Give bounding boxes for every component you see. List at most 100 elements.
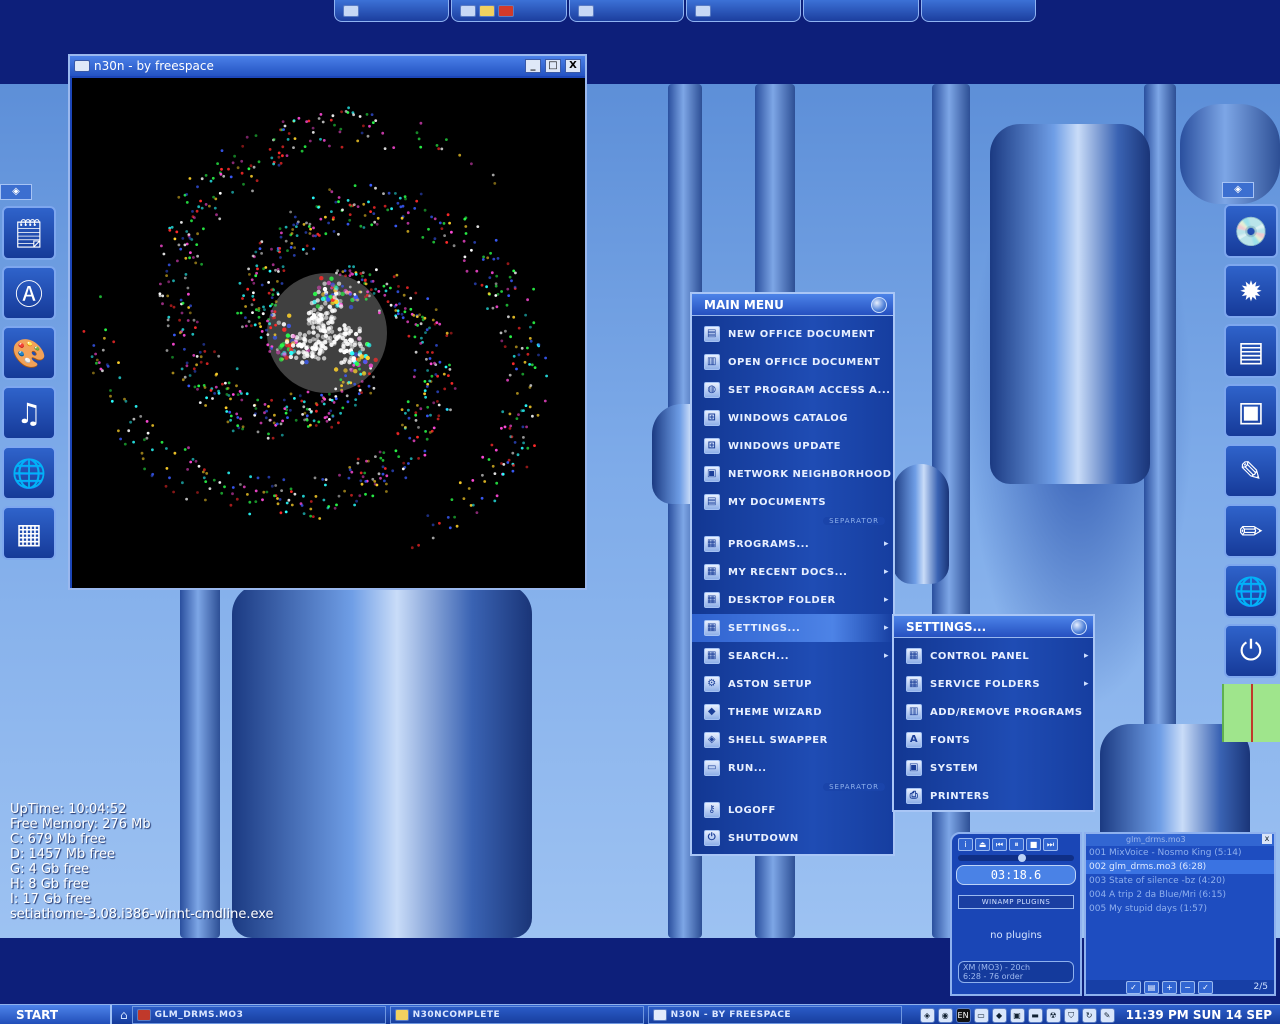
paint-icon[interactable]: 🎨 <box>2 326 56 380</box>
pen-icon[interactable]: ✎ <box>1099 1007 1115 1023</box>
taskbar-task-n30n[interactable]: N30N - BY FREESPACE <box>647 1005 902 1024</box>
blocks-icon[interactable]: ▦ <box>2 506 56 560</box>
next-icon[interactable]: ⏭ <box>1043 838 1058 851</box>
globe-icon[interactable]: 🌐 <box>1224 564 1278 618</box>
galaxy-particle <box>374 186 377 190</box>
maximize-button[interactable]: □ <box>545 59 561 73</box>
playlist-item[interactable]: 005 My stupid days (1:57) <box>1086 902 1274 916</box>
menu-item-shell-swapper[interactable]: ◈ SHELL SWAPPER <box>692 726 893 754</box>
galaxy-particle <box>503 345 507 348</box>
check-icon[interactable]: ✓ <box>1126 980 1141 994</box>
menu-item-add-remove-programs[interactable]: ▥ ADD/REMOVE PROGRAMS <box>894 698 1093 726</box>
cd-drive-icon[interactable]: 💿 <box>1224 204 1278 258</box>
taskbar-task-n30ncomplete[interactable]: N30NCOMPLETE <box>389 1005 644 1024</box>
playlist-titlebar[interactable]: glm_drms.mo3 x <box>1086 834 1274 846</box>
menu-item-printers[interactable]: ⎙ PRINTERS <box>894 782 1093 810</box>
seek-slider[interactable] <box>958 854 1074 862</box>
menu-item-my-recent-docs[interactable]: ▦ MY RECENT DOCS... ▸ <box>692 558 893 586</box>
remove-icon[interactable]: − <box>1180 980 1195 994</box>
menu-item-open-office-document[interactable]: ▥ OPEN OFFICE DOCUMENT <box>692 348 893 376</box>
drive-icon[interactable]: ▬ <box>1027 1007 1043 1023</box>
winamp-plugins-header[interactable]: WINAMP PLUGINS <box>958 895 1074 909</box>
power-icon[interactable]: ⏻ <box>1224 624 1278 678</box>
close-icon[interactable]: x <box>1262 834 1272 844</box>
aston-logo-icon[interactable]: Ⓐ <box>2 266 56 320</box>
orb-icon[interactable] <box>871 297 887 313</box>
minimize-button[interactable]: _ <box>525 59 541 73</box>
menu-item-search[interactable]: ▦ SEARCH... ▸ <box>692 642 893 670</box>
add-icon[interactable]: + <box>1162 980 1177 994</box>
top-bar-segment-6[interactable] <box>920 0 1036 22</box>
menu-item-set-program-access-a[interactable]: ◍ SET PROGRAM ACCESS A... <box>692 376 893 404</box>
diamond-icon[interactable]: ◆ <box>991 1007 1007 1023</box>
info-icon[interactable]: i <box>958 838 973 851</box>
top-bar-segment-3[interactable] <box>568 0 684 22</box>
top-bar-segment-5[interactable] <box>803 0 919 22</box>
aston-tray-icon[interactable]: ◈ <box>919 1007 935 1023</box>
globe-icon[interactable]: 🌐 <box>2 446 56 500</box>
network-icon[interactable]: ▣ <box>1009 1007 1025 1023</box>
notepad-icon[interactable]: 🗒 <box>2 206 56 260</box>
pda-icon[interactable]: ▣ <box>1224 384 1278 438</box>
menu-item-programs[interactable]: ▦ PROGRAMS... ▸ <box>692 530 893 558</box>
radiation-icon[interactable]: ☢ <box>1045 1007 1061 1023</box>
close-button[interactable]: X <box>565 59 581 73</box>
volume-icon[interactable]: ◉ <box>937 1007 953 1023</box>
taskbar-task-glm[interactable]: GLM_DRMS.MO3 <box>131 1005 386 1024</box>
galaxy-particle <box>339 411 342 415</box>
list-icon[interactable]: ▤ <box>1144 980 1159 994</box>
memory-chip-icon[interactable]: ▤ <box>1224 324 1278 378</box>
shield-icon[interactable]: ⛉ <box>1063 1007 1079 1023</box>
stop-icon[interactable]: ■ <box>1026 838 1041 851</box>
dock-grip-icon[interactable]: ◈ <box>1222 182 1254 198</box>
seek-thumb[interactable] <box>1018 854 1027 862</box>
speaker-icon[interactable]: ♫ <box>2 386 56 440</box>
select-icon[interactable]: ✓ <box>1198 980 1213 994</box>
monitor-icon[interactable]: ▭ <box>973 1007 989 1023</box>
menu-item-new-office-document[interactable]: ▤ NEW OFFICE DOCUMENT <box>692 320 893 348</box>
pause-icon[interactable]: ⏸ <box>1009 838 1024 851</box>
clock[interactable]: 11:39 PM SUN 14 SEP <box>1118 1008 1280 1022</box>
eject-icon[interactable]: ⏏ <box>975 838 990 851</box>
pen-icon[interactable]: ✎ <box>1224 444 1278 498</box>
playlist-item[interactable]: 003 State of silence -bz (4:20) <box>1086 874 1274 888</box>
start-button[interactable]: START <box>0 1004 112 1024</box>
menu-item-service-folders[interactable]: ▦ SERVICE FOLDERS ▸ <box>894 670 1093 698</box>
galaxy-particle <box>127 429 131 433</box>
window-titlebar[interactable]: n30n - by freespace _ □ X <box>70 56 585 76</box>
menu-item-windows-catalog[interactable]: ⊞ WINDOWS CATALOG <box>692 404 893 432</box>
galaxy-particle <box>324 483 327 487</box>
menu-item-control-panel[interactable]: ▦ CONTROL PANEL ▸ <box>894 642 1093 670</box>
playlist-item[interactable]: 002 glm_drms.mo3 (6:28) <box>1086 860 1274 874</box>
virus-icon[interactable]: ✹ <box>1224 264 1278 318</box>
galaxy-particle <box>173 451 177 455</box>
language-indicator[interactable]: EN <box>955 1007 971 1023</box>
dock-grip-icon[interactable]: ◈ <box>0 184 32 200</box>
playlist-item[interactable]: 004 A trip 2 da Blue/Mri (6:15) <box>1086 888 1274 902</box>
galaxy-particle <box>321 356 327 361</box>
menu-item-settings[interactable]: ▦ SETTINGS... ▸ <box>692 614 893 642</box>
previous-icon[interactable]: ⏮ <box>992 838 1007 851</box>
playlist-item[interactable]: 001 MixVoice - Nosmo King (5:14) <box>1086 846 1274 860</box>
menu-item-logoff[interactable]: ⚷ LOGOFF <box>692 796 893 824</box>
menu-item-windows-update[interactable]: ⊞ WINDOWS UPDATE <box>692 432 893 460</box>
menu-item-run[interactable]: ▭ RUN... <box>692 754 893 782</box>
top-bar-segment-4[interactable] <box>685 0 802 22</box>
menu-item-my-documents[interactable]: ▤ MY DOCUMENTS <box>692 488 893 516</box>
menu-item-desktop-folder[interactable]: ▦ DESKTOP FOLDER ▸ <box>692 586 893 614</box>
menu-item-shutdown[interactable]: ⏻ SHUTDOWN <box>692 824 893 852</box>
quick-launch-icon[interactable]: ⌂ <box>120 1008 128 1022</box>
galaxy-particle <box>382 451 386 454</box>
menu-item-system[interactable]: ▣ SYSTEM <box>894 754 1093 782</box>
refresh-icon[interactable]: ↻ <box>1081 1007 1097 1023</box>
menu-item-fonts[interactable]: A FONTS <box>894 726 1093 754</box>
brushes-icon[interactable]: ✏ <box>1224 504 1278 558</box>
galaxy-particle <box>490 443 494 447</box>
menu-item-network-neighborhood[interactable]: ▣ NETWORK NEIGHBORHOOD <box>692 460 893 488</box>
top-bar-segment-1[interactable] <box>334 0 450 22</box>
galaxy-particle <box>520 446 524 450</box>
menu-item-aston-setup[interactable]: ⚙ ASTON SETUP <box>692 670 893 698</box>
top-bar-segment-2[interactable] <box>451 0 567 22</box>
orb-icon[interactable] <box>1071 619 1087 635</box>
menu-item-theme-wizard[interactable]: ◆ THEME WIZARD <box>692 698 893 726</box>
